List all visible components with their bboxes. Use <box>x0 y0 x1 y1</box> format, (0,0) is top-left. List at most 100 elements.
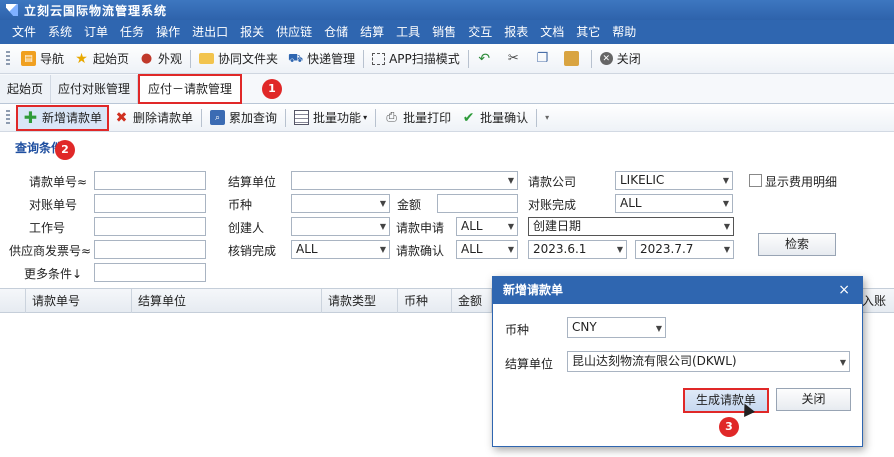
menu-reports[interactable]: 报表 <box>498 20 534 44</box>
menu-system[interactable]: 系统 <box>42 20 78 44</box>
recon-done-select[interactable]: ALL ▼ <box>615 194 733 213</box>
toolbar-separator <box>201 108 203 127</box>
truck-icon: ⛟ <box>288 50 304 65</box>
tab-payable-request[interactable]: 应付－请款管理 <box>138 74 243 104</box>
menu-customs[interactable]: 报关 <box>234 20 270 44</box>
document-tabs: 起始页 应付对账管理 应付－请款管理 <box>0 74 894 104</box>
column-header-currency[interactable]: 币种 <box>398 289 452 313</box>
company-select[interactable]: LIKELIC ▼ <box>615 171 733 190</box>
column-header-settle-unit[interactable]: 结算单位 <box>132 289 322 313</box>
title-bar: 立刻云国际物流管理系统 <box>0 0 894 20</box>
home-button[interactable]: ★ 起始页 <box>69 47 134 71</box>
star-icon: ★ <box>75 50 88 67</box>
toolbar-grip[interactable] <box>6 50 10 67</box>
menu-import-export[interactable]: 进出口 <box>186 20 234 44</box>
menu-supply-chain[interactable]: 供应链 <box>270 20 318 44</box>
menu-settlement[interactable]: 结算 <box>354 20 390 44</box>
request-apply-select[interactable]: ALL ▼ <box>456 217 518 236</box>
writeoff-label: 核销完成 <box>228 244 277 258</box>
writeoff-select[interactable]: ALL ▼ <box>291 240 390 259</box>
cut-button[interactable]: ✂ <box>501 47 530 71</box>
appearance-button[interactable]: ● 外观 <box>134 47 187 71</box>
search-button[interactable]: 检索 <box>758 233 836 256</box>
batch-confirm-button[interactable]: ✔ 批量确认 <box>456 106 533 130</box>
window-title: 立刻云国际物流管理系统 <box>24 3 168 18</box>
menu-other[interactable]: 其它 <box>570 20 606 44</box>
new-request-button[interactable]: ✚ 新增请款单 <box>16 104 110 131</box>
writeoff-value: ALL <box>296 242 318 256</box>
dropdown-arrow-icon: ▾ <box>363 113 368 122</box>
supplier-invoice-input[interactable] <box>94 240 206 259</box>
date-from-picker[interactable]: 2023.6.1 ▼ <box>528 240 627 259</box>
chevron-down-icon: ▼ <box>379 222 386 231</box>
toolbar-separator <box>467 49 469 68</box>
more-conditions-link[interactable]: 更多条件↓ <box>24 265 82 282</box>
dialog-close-button[interactable]: 关闭 <box>776 388 851 411</box>
accumulate-query-button[interactable]: ⌕ 累加查询 <box>205 106 282 130</box>
app-logo-icon <box>6 4 18 16</box>
action-toolbar: ✚ 新增请款单 ✖ 删除请款单 ⌕ 累加查询 批量功能 ▾ ⎙ 批量打印 ✔ 批… <box>0 104 894 132</box>
batch-function-button[interactable]: 批量功能 ▾ <box>289 106 372 130</box>
dialog-unit-select[interactable]: 昆山达刻物流有限公司(DKWL) ▼ <box>567 351 850 372</box>
tab-home[interactable]: 起始页 <box>0 75 52 103</box>
undo-button[interactable]: ↶ <box>472 47 501 71</box>
menu-warehouse[interactable]: 仓储 <box>318 20 354 44</box>
recon-no-label: 对账单号 <box>29 198 78 212</box>
chevron-down-icon: ▾ <box>545 113 550 122</box>
currency-select[interactable]: ▼ <box>291 194 390 213</box>
chevron-down-icon: ▼ <box>723 245 730 254</box>
menu-sales[interactable]: 销售 <box>426 20 462 44</box>
creator-select[interactable]: ▼ <box>291 217 390 236</box>
paste-button[interactable] <box>559 47 588 71</box>
express-button[interactable]: ⛟ 快递管理 <box>283 47 360 71</box>
accumulate-query-label: 累加查询 <box>229 111 278 125</box>
tab-payable-reconciliation[interactable]: 应付对账管理 <box>51 75 139 103</box>
column-header-request-type[interactable]: 请款类型 <box>322 289 398 313</box>
checkmark-icon: ✔ <box>462 109 475 126</box>
menu-help[interactable]: 帮助 <box>606 20 642 44</box>
recon-done-label: 对账完成 <box>528 198 577 212</box>
show-detail-checkbox[interactable] <box>749 174 762 187</box>
delete-request-button[interactable]: ✖ 删除请款单 <box>109 106 198 130</box>
menu-order[interactable]: 订单 <box>78 20 114 44</box>
nav-icon: ▤ <box>21 51 36 66</box>
dialog-close-icon[interactable]: × <box>838 277 850 304</box>
copy-button[interactable]: ❐ <box>530 47 559 71</box>
settle-unit-select[interactable]: ▼ <box>291 171 518 190</box>
dialog-currency-select[interactable]: CNY ▼ <box>567 317 666 338</box>
date-type-select[interactable]: 创建日期 ▼ <box>528 217 734 236</box>
generate-request-button[interactable]: 生成请款单 <box>683 388 769 413</box>
amount-label: 金额 <box>397 198 422 212</box>
shared-folder-button[interactable]: 协同文件夹 <box>194 47 283 71</box>
step-badge-2: 2 <box>55 140 75 160</box>
supplier-invoice-label: 供应商发票号≈ <box>9 244 92 258</box>
amount-input[interactable] <box>437 194 518 213</box>
close-button[interactable]: ✕ 关闭 <box>595 47 646 71</box>
menu-task[interactable]: 任务 <box>114 20 150 44</box>
scan-icon <box>372 52 386 65</box>
menu-documents[interactable]: 文档 <box>534 20 570 44</box>
menu-file[interactable]: 文件 <box>6 20 42 44</box>
request-confirm-select[interactable]: ALL ▼ <box>456 240 518 259</box>
column-header-posting[interactable]: 入账 <box>862 289 894 313</box>
job-no-input[interactable] <box>94 217 206 236</box>
column-header-request-no[interactable]: 请款单号 <box>26 289 132 313</box>
date-to-picker[interactable]: 2023.7.7 ▼ <box>635 240 734 259</box>
new-request-label: 新增请款单 <box>42 111 103 125</box>
recon-no-input[interactable] <box>94 194 206 213</box>
toolbar-overflow-button[interactable]: ▾ <box>540 106 554 130</box>
toolbar-separator <box>536 108 538 127</box>
toolbar-separator <box>590 49 592 68</box>
nav-button[interactable]: ▤ 导航 <box>16 47 69 71</box>
batch-print-button[interactable]: ⎙ 批量打印 <box>379 106 456 130</box>
app-scan-button[interactable]: APP扫描模式 <box>367 47 465 71</box>
more-conditions-input[interactable] <box>94 263 206 282</box>
express-label: 快递管理 <box>307 52 356 66</box>
menu-interaction[interactable]: 交互 <box>462 20 498 44</box>
request-no-input[interactable] <box>94 171 206 190</box>
column-header-amount[interactable]: 金额 <box>452 289 492 313</box>
menu-operation[interactable]: 操作 <box>150 20 186 44</box>
menu-tools[interactable]: 工具 <box>390 20 426 44</box>
palette-icon: ● <box>140 51 153 66</box>
toolbar-grip[interactable] <box>6 109 10 126</box>
